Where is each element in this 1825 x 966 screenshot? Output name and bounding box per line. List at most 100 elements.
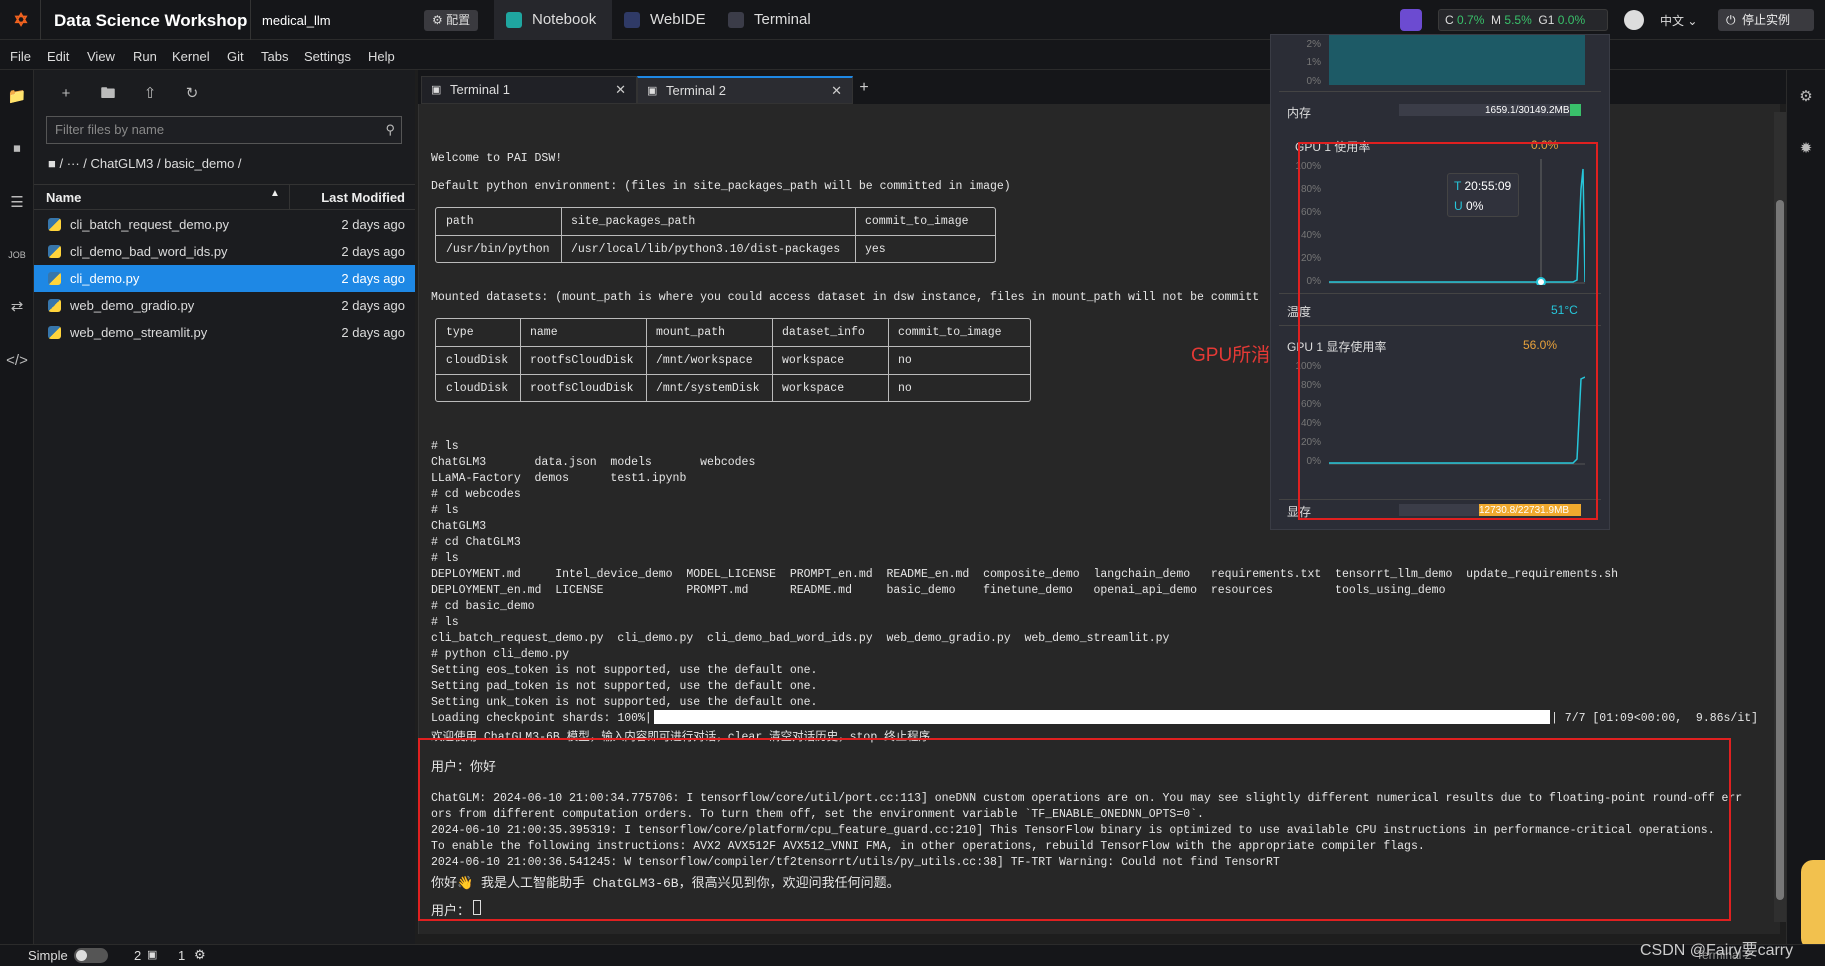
- cpu-chart-area: [1329, 35, 1585, 85]
- table-cell: /mnt/systemDisk: [656, 382, 760, 395]
- stop-circle-icon[interactable]: ⏹: [6, 138, 28, 160]
- job-icon[interactable]: JOB: [6, 244, 28, 266]
- divider: [436, 374, 1030, 375]
- mascot-icon[interactable]: [1801, 860, 1825, 950]
- breadcrumb[interactable]: ■ / ··· / ChatGLM3 / basic_demo /: [48, 156, 242, 171]
- resource-usage[interactable]: C 0.7% M 5.5% G1 0.0%: [1438, 9, 1608, 31]
- upload-icon[interactable]: ⇧: [140, 84, 160, 104]
- settings-icon[interactable]: ⚙: [194, 947, 206, 963]
- terminal-line: Setting pad_token is not supported, use …: [431, 680, 818, 693]
- terminal-line: ChatGLM3: [431, 520, 487, 533]
- list-item[interactable]: cli_batch_request_demo.py 2 days ago: [34, 211, 415, 238]
- stop-instance-button[interactable]: ⏻ 停止实例: [1718, 9, 1814, 31]
- terminal-icon: ▣: [147, 949, 158, 961]
- tab-label: Terminal 2: [666, 83, 726, 98]
- chat-highlight-box: [418, 738, 1731, 921]
- python-file-icon: [48, 299, 61, 312]
- python-file-icon: [48, 245, 61, 258]
- assistant-icon[interactable]: [1400, 9, 1422, 31]
- tab-label: Terminal 1: [450, 82, 510, 97]
- menu-git[interactable]: Git: [227, 49, 244, 64]
- col-name[interactable]: Name: [46, 190, 81, 205]
- refresh-icon[interactable]: ↻: [182, 84, 202, 104]
- gear-icon: ⚙: [432, 13, 447, 27]
- terminal-count[interactable]: 1: [178, 948, 185, 963]
- table-cell: name: [530, 326, 558, 339]
- gpu-highlight-box: [1298, 142, 1598, 520]
- file-modified: 2 days ago: [341, 298, 405, 313]
- table-cell: commit_to_image: [898, 326, 1002, 339]
- divider: [40, 0, 41, 40]
- terminal-line: # python cli_demo.py: [431, 648, 570, 661]
- tab-terminal[interactable]: Terminal: [716, 0, 826, 40]
- file-modified: 2 days ago: [341, 325, 405, 340]
- file-name: web_demo_gradio.py: [70, 298, 195, 313]
- terminal-line: Welcome to PAI DSW!: [431, 152, 563, 165]
- list-item[interactable]: cli_demo.py 2 days ago: [34, 265, 415, 292]
- tab-notebook[interactable]: Notebook: [494, 0, 612, 40]
- terminal-icon: [728, 12, 744, 28]
- menu-settings[interactable]: Settings: [304, 49, 351, 64]
- terminal-line: Default python environment: (files in si…: [431, 180, 1011, 193]
- workspace-name: medical_llm: [262, 13, 331, 28]
- filter-input[interactable]: Filter files by name ⚲: [46, 116, 402, 144]
- menu-edit[interactable]: Edit: [47, 49, 69, 64]
- new-launcher-icon[interactable]: +: [56, 84, 76, 104]
- mem-bar-fill: [1570, 104, 1581, 116]
- scrollbar-thumb[interactable]: [1776, 200, 1784, 900]
- folder-icon[interactable]: 📁: [6, 86, 28, 108]
- table-cell: dataset_info: [782, 326, 865, 339]
- terminal-line: Setting eos_token is not supported, use …: [431, 664, 818, 677]
- terminal-line: cli_batch_request_demo.py cli_demo.py cl…: [431, 632, 1170, 645]
- debugger-icon[interactable]: ✹: [1795, 138, 1817, 160]
- table-cell: site_packages_path: [571, 215, 696, 228]
- menu-help[interactable]: Help: [368, 49, 395, 64]
- list-icon[interactable]: ☰: [6, 192, 28, 214]
- close-icon[interactable]: ✕: [615, 77, 626, 103]
- table-cell: rootfsCloudDisk: [530, 382, 634, 395]
- terminal-line: Mounted datasets: (mount_path is where y…: [431, 291, 1260, 304]
- shuffle-icon[interactable]: ⇄: [6, 296, 28, 318]
- table-cell: no: [898, 382, 912, 395]
- tab-terminal-2[interactable]: ▣ Terminal 2 ✕: [637, 76, 853, 104]
- list-item[interactable]: web_demo_gradio.py 2 days ago: [34, 292, 415, 319]
- axis-tick: 0%: [1306, 76, 1321, 87]
- terminal-icon: ▣: [431, 84, 442, 96]
- mem-label: M: [1491, 13, 1502, 27]
- simple-mode-toggle[interactable]: [74, 948, 108, 963]
- tab-webide[interactable]: WebIDE: [612, 0, 716, 40]
- config-button[interactable]: ⚙ 配置: [424, 10, 479, 31]
- terminal-line: # cd webcodes: [431, 488, 521, 501]
- col-modified[interactable]: Last Modified: [321, 190, 405, 205]
- tab-label: WebIDE: [650, 11, 706, 28]
- menu-view[interactable]: View: [87, 49, 115, 64]
- property-inspector-icon[interactable]: ⚙: [1795, 86, 1817, 108]
- menu-file[interactable]: File: [10, 49, 31, 64]
- add-tab-button[interactable]: +: [854, 78, 874, 98]
- terminal-line: Setting unk_token is not supported, use …: [431, 696, 818, 709]
- close-icon[interactable]: ✕: [831, 78, 842, 104]
- python-file-icon: [48, 218, 61, 231]
- table-cell: cloudDisk: [446, 354, 509, 367]
- avatar[interactable]: [1624, 10, 1644, 30]
- menu-kernel[interactable]: Kernel: [172, 49, 210, 64]
- logo-icon: ✡: [13, 10, 29, 30]
- watermark: CSDN @Fairy要carry: [1640, 942, 1794, 959]
- list-item[interactable]: cli_demo_bad_word_ids.py 2 days ago: [34, 238, 415, 265]
- table-cell: commit_to_image: [865, 215, 969, 228]
- terminal-line: DEPLOYMENT.md Intel_device_demo MODEL_LI…: [431, 568, 1618, 581]
- sort-up-icon: ▲: [270, 188, 280, 199]
- kernel-count[interactable]: 2: [134, 948, 141, 963]
- terminal-line: Loading checkpoint shards: 100%|: [431, 712, 652, 725]
- tab-terminal-1[interactable]: ▣ Terminal 1 ✕: [421, 76, 637, 104]
- code-icon[interactable]: </>: [6, 350, 28, 372]
- list-item[interactable]: web_demo_streamlit.py 2 days ago: [34, 319, 415, 346]
- file-name: web_demo_streamlit.py: [70, 325, 208, 340]
- new-folder-icon[interactable]: 🖿: [98, 84, 118, 104]
- language-select[interactable]: 中文 ⌄: [1660, 12, 1697, 29]
- menu-run[interactable]: Run: [133, 49, 157, 64]
- filter-placeholder: Filter files by name: [55, 122, 165, 137]
- terminal-line: # ls: [431, 616, 459, 629]
- menu-tabs[interactable]: Tabs: [261, 49, 288, 64]
- table-cell: workspace: [782, 382, 845, 395]
